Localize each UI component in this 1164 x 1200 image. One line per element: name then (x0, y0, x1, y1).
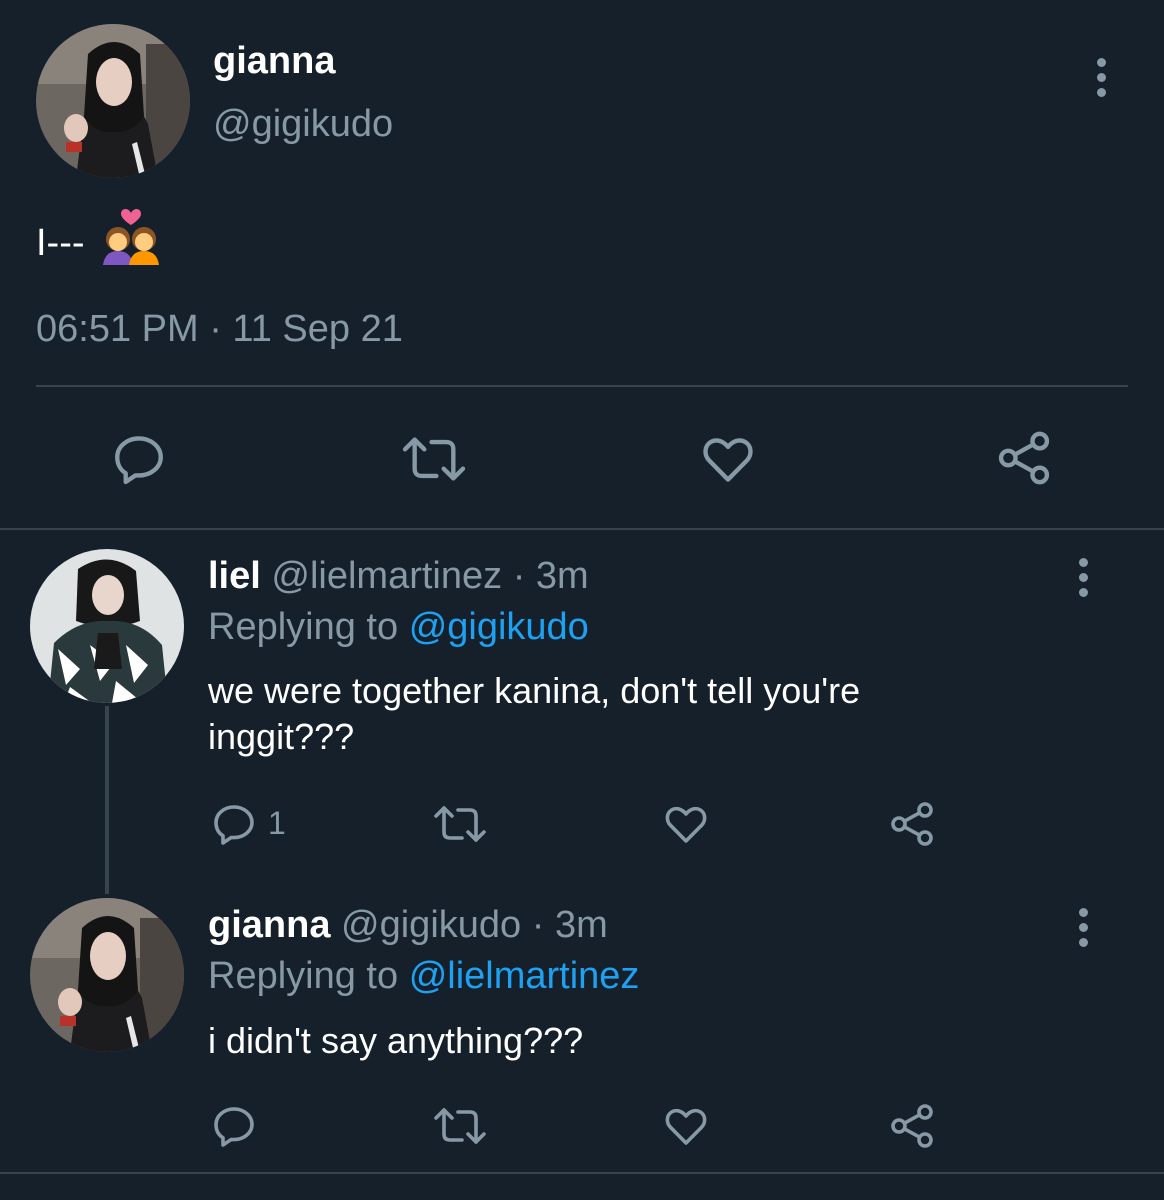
reply-1-avatar[interactable] (30, 549, 184, 703)
main-tweet-text: I--- (36, 205, 163, 281)
reply-2-replying-to: Replying to @lielmartinez (208, 953, 639, 999)
reply-2-time: · 3m (531, 904, 608, 946)
reply-2-avatar[interactable] (30, 898, 184, 1052)
reply-1-retweet-icon[interactable] (432, 800, 488, 848)
reply-1-text: we were together kanina, don't tell you'… (208, 668, 860, 760)
reply-2-author-name[interactable]: gianna (208, 904, 330, 946)
reply-1-more-options-icon[interactable] (1076, 558, 1090, 597)
reply-2-comment-icon[interactable] (210, 1102, 258, 1150)
reply-1-replying-to: Replying to @gigikudo (208, 604, 589, 650)
thread-connector (105, 706, 109, 894)
reply-2-share-icon[interactable] (888, 1101, 936, 1151)
reply-1-text-line-1: we were together kanina, don't tell you'… (208, 670, 861, 711)
reply-2-retweet-icon[interactable] (432, 1102, 488, 1150)
reply-1-like-icon[interactable] (661, 800, 711, 848)
reply-2-like-icon[interactable] (661, 1102, 711, 1150)
replying-to-label: Replying to (208, 955, 399, 997)
replying-to-mention[interactable]: @gigikudo (409, 606, 589, 648)
reply-1-author-name[interactable]: liel (208, 555, 261, 597)
replying-to-mention[interactable]: @lielmartinez (409, 955, 640, 997)
main-author-handle[interactable]: @gigikudo (213, 101, 393, 147)
timestamp-divider (36, 385, 1128, 387)
reply-1-comment-count: 1 (268, 805, 286, 841)
more-options-icon[interactable] (1094, 58, 1108, 97)
like-icon[interactable] (697, 430, 759, 488)
couple-with-heart-icon (99, 205, 163, 281)
reply-1-header: liel @lielmartinez · 3m (208, 553, 589, 599)
reply-1-comment-icon[interactable] (210, 800, 258, 848)
main-tweet-bottom-divider (0, 528, 1164, 530)
replying-to-label: Replying to (208, 606, 399, 648)
main-avatar[interactable] (36, 24, 190, 178)
reply-1-text-line-2: inggit??? (208, 716, 355, 757)
reply-1-author-handle[interactable]: @lielmartinez (271, 555, 502, 597)
reply-2-author-handle[interactable]: @gigikudo (341, 904, 521, 946)
comment-icon[interactable] (110, 430, 168, 488)
reply-2-more-options-icon[interactable] (1076, 908, 1090, 947)
reply-1-time: · 3m (512, 555, 589, 597)
tweet-text: I--- (36, 222, 85, 264)
main-author-name[interactable]: gianna (213, 38, 335, 84)
tweet-timestamp[interactable]: 06:51 PM · 11 Sep 21 (36, 306, 403, 352)
share-icon[interactable] (995, 428, 1053, 488)
reply-2-text: i didn't say anything??? (208, 1018, 583, 1064)
reply-2-text-line-1: i didn't say anything??? (208, 1020, 584, 1061)
reply-1-share-icon[interactable] (888, 799, 936, 849)
retweet-icon[interactable] (400, 430, 468, 488)
reply-2-header: gianna @gigikudo · 3m (208, 902, 608, 948)
reply-2-bottom-divider (0, 1172, 1164, 1174)
